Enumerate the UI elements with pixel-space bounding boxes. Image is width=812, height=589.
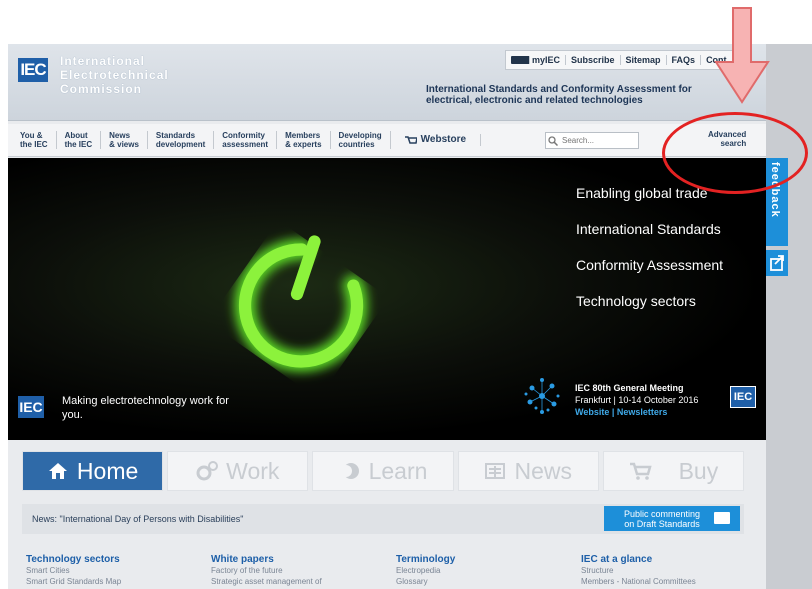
hero-iec-logo: IEC — [18, 396, 44, 418]
column-link[interactable]: Electropedia — [396, 565, 581, 576]
org-name-line: International — [60, 54, 146, 68]
tab-home[interactable]: Home — [22, 451, 164, 491]
annotation-circle — [662, 112, 808, 194]
speech-bubble-icon — [714, 512, 730, 524]
cart-icon — [629, 462, 652, 480]
share-button[interactable] — [766, 250, 788, 276]
meeting-info: IEC 80th General Meeting Frankfurt | 10-… — [575, 382, 698, 418]
hero-tagline: Making electrotechnology work for you. — [62, 395, 229, 421]
myiec-link[interactable]: myIEC — [506, 55, 567, 65]
search-icon[interactable] — [546, 134, 560, 148]
tab-news-label: News — [514, 457, 572, 484]
news-headline[interactable]: News: "International Day of Persons with… — [32, 514, 243, 524]
column-iec-at-a-glance: IEC at a glance Structure Members - Nati… — [581, 554, 766, 587]
annotation-arrow-icon — [714, 7, 770, 104]
column-title[interactable]: IEC at a glance — [581, 554, 766, 565]
hero-link-standards[interactable]: International Standards — [576, 220, 723, 256]
tab-learn[interactable]: Learn — [312, 451, 454, 491]
tab-work[interactable]: Work — [167, 451, 309, 491]
home-icon — [48, 463, 67, 479]
myiec-label: myIEC — [532, 55, 561, 65]
column-white-papers: White papers Factory of the future Strat… — [211, 554, 396, 587]
column-link[interactable]: Strategic asset management of — [211, 576, 396, 587]
org-name-line: Commission — [60, 82, 143, 96]
section-tabs: Home Work Learn News Buy — [22, 451, 745, 491]
subscribe-link[interactable]: Subscribe — [566, 55, 621, 65]
column-title[interactable]: White papers — [211, 554, 396, 565]
public-commenting-label: Public commenting on Draft Standards — [623, 509, 701, 529]
meeting-title: IEC 80th General Meeting — [575, 383, 684, 393]
column-title[interactable]: Terminology — [396, 554, 581, 565]
site-header: IEC International Electrotechnical Commi… — [8, 44, 766, 121]
tab-home-label: Home — [76, 457, 139, 484]
sitemap-link[interactable]: Sitemap — [621, 55, 667, 65]
lock-icon — [511, 56, 530, 64]
tagline-line: electrical, electronic and related techn… — [426, 95, 643, 106]
footer-columns: Technology sectors Smart Cities Smart Gr… — [26, 554, 766, 587]
newspaper-icon — [485, 463, 506, 479]
top-links: myIEC Subscribe Sitemap FAQs Cont — [505, 50, 733, 70]
search-box — [545, 132, 639, 149]
column-link[interactable]: Smart Cities — [26, 565, 211, 576]
news-bar: News: "International Day of Persons with… — [22, 504, 744, 534]
network-icon — [524, 378, 560, 414]
tab-learn-label: Learn — [368, 457, 428, 484]
column-link[interactable]: Members - National Committees — [581, 576, 766, 587]
meeting-links[interactable]: Website | Newsletters — [575, 406, 698, 418]
nav-you-and-iec[interactable]: You & the IEC — [8, 131, 57, 149]
webstore-label: Webstore — [420, 134, 467, 145]
column-link[interactable]: Smart Grid Standards Map — [26, 576, 211, 587]
faqs-link[interactable]: FAQs — [667, 55, 702, 65]
nav-conformity[interactable]: Conformity assessment — [214, 131, 278, 149]
column-technology-sectors: Technology sectors Smart Cities Smart Gr… — [26, 554, 211, 587]
bulb-icon — [339, 463, 359, 479]
column-terminology: Terminology Electropedia Glossary — [396, 554, 581, 587]
org-name: International Electrotechnical Commissio… — [60, 54, 169, 96]
tab-news[interactable]: News — [457, 451, 599, 491]
power-icon — [234, 235, 368, 372]
gears-icon — [196, 461, 219, 481]
column-link[interactable]: Glossary — [396, 576, 581, 587]
nav-members[interactable]: Members & experts — [277, 131, 331, 149]
hero-link-conformity[interactable]: Conformity Assessment — [576, 256, 723, 292]
browser-page: IEC International Electrotechnical Commi… — [8, 44, 766, 589]
nav-developing[interactable]: Developing countries — [331, 131, 391, 149]
webstore-link[interactable]: Webstore — [391, 134, 482, 146]
column-link[interactable]: Factory of the future — [211, 565, 396, 576]
tab-buy-label: Buy — [678, 457, 719, 484]
hero-banner: Enabling global trade International Stan… — [8, 158, 766, 440]
tab-work-label: Work — [226, 457, 280, 484]
nav-about[interactable]: About the IEC — [57, 131, 102, 149]
public-commenting-button[interactable]: Public commenting on Draft Standards — [604, 506, 740, 531]
column-link[interactable]: Structure — [581, 565, 766, 576]
tab-buy[interactable]: Buy — [602, 451, 745, 491]
column-title[interactable]: Technology sectors — [26, 554, 211, 565]
hero-links: Enabling global trade International Stan… — [576, 184, 723, 328]
nav-news[interactable]: News & views — [101, 131, 148, 149]
org-name-line: Electrotechnical — [60, 68, 169, 82]
iec-logo[interactable]: IEC — [18, 58, 48, 82]
meeting-iec-logo: IEC — [730, 386, 756, 408]
hero-link-sectors[interactable]: Technology sectors — [576, 292, 723, 328]
tagline-line: International Standards and Conformity A… — [426, 84, 692, 95]
nav-standards[interactable]: Standards development — [148, 131, 215, 149]
meeting-subtitle: Frankfurt | 10-14 October 2016 — [575, 395, 699, 405]
tagline: International Standards and Conformity A… — [426, 84, 692, 106]
search-input[interactable] — [560, 136, 634, 145]
share-icon — [770, 255, 784, 271]
cart-icon — [404, 135, 417, 144]
main-nav: You & the IEC About the IEC News & views St… — [8, 124, 766, 157]
